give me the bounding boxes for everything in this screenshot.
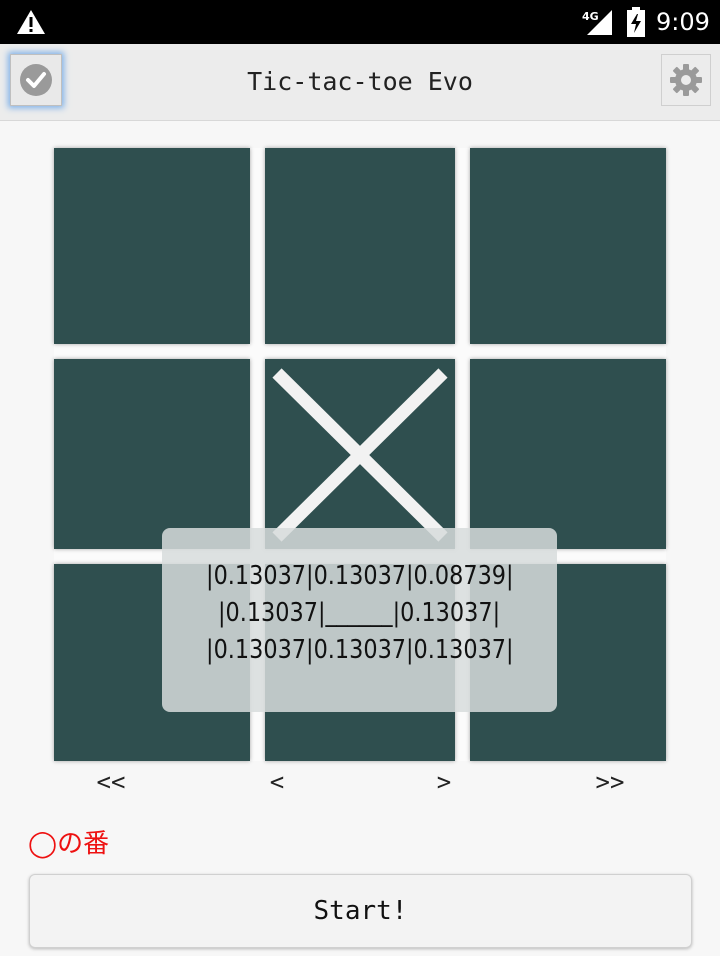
turn-label: ◯の番 [28, 829, 110, 859]
check-button[interactable] [10, 54, 62, 106]
app-bar: Tic-tac-toe Evo [0, 44, 720, 121]
board-cell-1[interactable] [54, 148, 250, 344]
clock: 9:09 [656, 8, 710, 36]
signal-icon: 4G [582, 10, 612, 35]
history-next-button[interactable]: > [404, 764, 484, 800]
x-mark [272, 368, 448, 542]
toast-line-2: |0.13037|______|0.13037| [218, 597, 501, 628]
settings-button[interactable] [661, 54, 711, 106]
start-button[interactable]: Start! [29, 874, 692, 948]
gear-icon [670, 64, 702, 96]
board-cell-5[interactable] [265, 359, 455, 549]
toast-line-1: |0.13037|0.13037|0.08739| [205, 560, 514, 591]
battery-charging-icon [627, 7, 645, 37]
status-bar: 4G 9:09 [0, 0, 720, 44]
check-icon [20, 64, 52, 96]
board-cell-2[interactable] [265, 148, 455, 344]
board-cell-6[interactable] [470, 359, 666, 549]
board-cell-3[interactable] [470, 148, 666, 344]
history-last-button[interactable]: >> [570, 764, 650, 800]
board-cell-4[interactable] [54, 359, 250, 549]
app-title: Tic-tac-toe Evo [247, 67, 473, 96]
history-prev-button[interactable]: < [237, 764, 317, 800]
evaluation-toast: |0.13037|0.13037|0.08739| |0.13037|_____… [162, 528, 557, 712]
toast-line-3: |0.13037|0.13037|0.13037| [205, 634, 514, 665]
network-type: 4G [582, 10, 599, 23]
warning-icon [17, 10, 45, 34]
history-first-button[interactable]: << [71, 764, 151, 800]
